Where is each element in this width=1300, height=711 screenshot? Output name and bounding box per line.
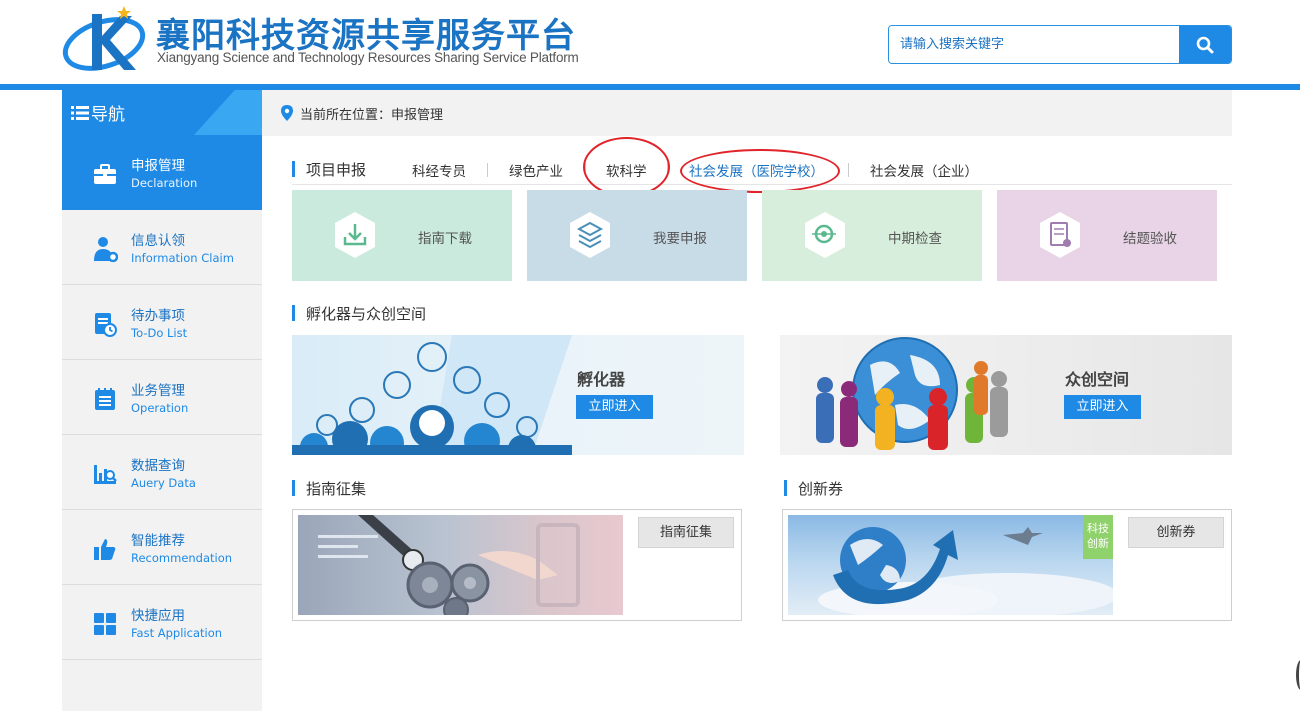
sidebar-item-query-data[interactable]: 数据查询 Auery Data	[62, 435, 262, 510]
search-box	[888, 25, 1232, 64]
sidebar-item-sublabel: Fast Application	[131, 626, 223, 640]
download-icon	[335, 212, 375, 258]
heading-bar	[292, 480, 295, 496]
chart-search-icon	[94, 465, 117, 484]
incubator-heading: 孵化器与众创空间	[292, 303, 426, 323]
tab-divider	[487, 163, 488, 177]
gears-image	[298, 515, 623, 615]
sidebar-item-recommendation[interactable]: 智能推荐 Recommendation	[62, 510, 262, 585]
voucher-box: 科技 创新 创新券	[782, 509, 1232, 621]
card-label: 结题验收	[1123, 231, 1177, 247]
tab-divider	[585, 163, 586, 177]
card-label: 指南下载	[418, 231, 472, 247]
scroll-widget-edge	[1296, 660, 1300, 690]
document-check-icon	[1040, 212, 1080, 258]
breadcrumb: 当前所在位置：申报管理	[262, 90, 1232, 136]
sidebar-item-label: 数据查询	[131, 458, 185, 474]
robot-hand-gears-illustration	[318, 515, 580, 615]
incubator-heading-text: 孵化器与众创空间	[306, 304, 427, 323]
project-heading-text: 项目申报	[306, 160, 367, 179]
briefcase-icon	[94, 164, 116, 184]
innovation-tag: 科技 创新	[1083, 515, 1113, 559]
sidebar-item-label: 信息认领	[131, 233, 185, 249]
sidebar-item-label: 快捷应用	[131, 608, 185, 624]
sidebar-item-sublabel: Operation	[131, 401, 189, 415]
tab-keijing[interactable]: 科经专员	[412, 160, 466, 180]
tab-divider	[848, 163, 849, 177]
sidebar-item-information-claim[interactable]: 信息认领 Information Claim	[62, 210, 262, 285]
tag-line: 创新	[1087, 537, 1109, 550]
project-tabs: 项目申报 科经专员 绿色产业 软科学 社会发展（医院学校） 社会发展（企业）	[292, 155, 1232, 185]
thumbs-up-icon	[94, 539, 116, 560]
search-button[interactable]	[1179, 26, 1231, 63]
sidebar-item-label: 待办事项	[131, 308, 185, 324]
nav-header: 导航	[62, 90, 262, 135]
location-pin-icon	[281, 105, 293, 121]
heading-bar	[784, 480, 787, 496]
heading-bar	[292, 305, 295, 321]
globe-arrow-image	[788, 515, 1113, 615]
nav-title: 导航	[71, 100, 125, 125]
banner-title: 众创空间	[1065, 370, 1130, 389]
globe-people-illustration	[816, 337, 1008, 450]
user-gear-icon	[94, 237, 118, 262]
lightbulb-people-illustration	[292, 335, 572, 455]
voucher-heading: 创新券	[784, 478, 843, 498]
banner-title: 孵化器	[577, 370, 626, 389]
guide-heading: 指南征集	[292, 478, 366, 498]
tag-line: 科技	[1087, 522, 1109, 535]
nav-title-text: 导航	[91, 105, 125, 125]
sidebar-item-label: 智能推荐	[131, 533, 185, 549]
card-label: 中期检查	[888, 231, 942, 247]
sidebar-item-sublabel: To-Do List	[131, 326, 188, 340]
search-input[interactable]	[889, 26, 1181, 63]
project-heading: 项目申报	[292, 159, 366, 179]
site-subtitle: Xiangyang Science and Technology Resourc…	[157, 50, 579, 65]
voucher-button[interactable]: 创新券	[1128, 517, 1224, 548]
nav-header-decoration	[194, 90, 262, 135]
grid-icon	[94, 613, 116, 635]
tab-green-industry[interactable]: 绿色产业	[509, 160, 563, 180]
sidebar-item-todo-list[interactable]: 待办事项 To-Do List	[62, 285, 262, 360]
card-midterm-check[interactable]: 中期检查	[762, 190, 982, 281]
sidebar-item-operation[interactable]: 业务管理 Operation	[62, 360, 262, 435]
guide-collection-button[interactable]: 指南征集	[638, 517, 734, 548]
sidebar-item-sublabel: Declaration	[131, 176, 198, 190]
sidebar-item-sublabel: Recommendation	[131, 551, 233, 565]
enter-maker-space-button[interactable]: 立即进入	[1064, 395, 1141, 419]
header: 襄阳科技资源共享服务平台 Xiangyang Science and Techn…	[0, 0, 1300, 84]
breadcrumb-text: 当前所在位置：申报管理	[300, 108, 444, 123]
logo-icon	[62, 6, 146, 71]
guide-box: 指南征集	[292, 509, 742, 621]
card-label: 我要申报	[653, 231, 707, 247]
sidebar-item-fast-application[interactable]: 快捷应用 Fast Application	[62, 585, 262, 660]
sidebar-item-label: 业务管理	[131, 383, 185, 399]
banner-maker-space[interactable]: 众创空间 立即进入	[780, 335, 1232, 455]
tab-social-hospital-school[interactable]: 社会发展（医院学校）	[689, 160, 824, 180]
todo-clock-icon	[95, 313, 117, 337]
search-target-icon	[805, 212, 845, 258]
list-icon	[71, 105, 89, 120]
voucher-heading-text: 创新券	[798, 479, 844, 498]
sidebar-item-sublabel: Information Claim	[131, 251, 234, 265]
banner-incubator[interactable]: 孵化器 立即进入	[292, 335, 744, 455]
notepad-icon	[95, 388, 115, 410]
search-icon	[1196, 36, 1214, 53]
card-guide-download[interactable]: 指南下载	[292, 190, 512, 281]
sidebar-item-declaration[interactable]: 申报管理 Declaration	[62, 135, 262, 210]
tab-divider	[667, 163, 668, 177]
guide-heading-text: 指南征集	[306, 479, 367, 498]
heading-bar	[292, 161, 295, 177]
tab-soft-science[interactable]: 软科学	[606, 160, 647, 180]
card-final-acceptance[interactable]: 结题验收	[997, 190, 1217, 281]
tab-social-enterprise[interactable]: 社会发展（企业）	[870, 160, 978, 180]
enter-incubator-button[interactable]: 立即进入	[576, 395, 653, 419]
card-apply[interactable]: 我要申报	[527, 190, 747, 281]
globe-arrow-illustration	[818, 527, 1113, 615]
sidebar-item-label: 申报管理	[131, 158, 185, 174]
sidebar-item-sublabel: Auery Data	[131, 476, 196, 490]
sidebar: 导航 申报管理 Declaration 信息认领 Information Claim…	[62, 90, 262, 711]
layers-icon	[570, 212, 610, 258]
